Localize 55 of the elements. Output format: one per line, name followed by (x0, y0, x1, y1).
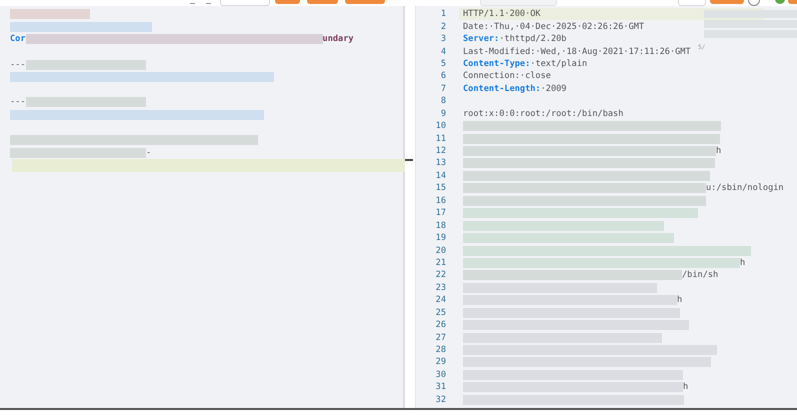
code-text: h (740, 258, 746, 268)
line-number: 7 (440, 84, 446, 94)
line-number: 17 (434, 208, 446, 218)
line-number: 2 (440, 22, 446, 32)
line-number: 18 (434, 220, 446, 231)
line-number: 5 (440, 58, 446, 69)
line-number: 25 (434, 308, 446, 318)
line-number: 12 (434, 146, 446, 156)
code-text: h (677, 295, 682, 306)
line-number: 21 (434, 258, 446, 268)
line-number: 13 (434, 158, 446, 168)
line-number: 31 (434, 382, 446, 392)
code-text: u:/sbin/nologin (706, 183, 784, 194)
code-text: - (146, 148, 152, 158)
code-text: Last-Modified:·Wed,·18·Aug·2021·17:11:26·GMT (463, 46, 691, 57)
line-number: 8 (440, 96, 446, 106)
code-text: --- (10, 97, 26, 108)
splitter-handle[interactable] (405, 159, 413, 161)
header-key: Cor (10, 34, 26, 44)
code-text: ·2009 (540, 84, 566, 94)
line-number: 30 (434, 370, 446, 380)
line-number: 24 (434, 295, 446, 306)
line-number: 14 (434, 170, 446, 181)
line-number: 28 (434, 345, 446, 356)
line-number: 1 (440, 9, 446, 20)
code-text: /bin/sh (682, 270, 718, 280)
line-number: 29 (434, 357, 446, 368)
line-number: 4 (440, 46, 446, 57)
code-text: ·thttpd/2.20b (499, 34, 566, 44)
line-number: 22 (434, 270, 446, 280)
code-text: HTTP/1.1·200·OK (463, 9, 541, 20)
line-number: 11 (434, 134, 446, 144)
line-number: 23 (434, 282, 446, 293)
line-number: 9 (440, 108, 446, 119)
code-text: --- (10, 60, 26, 70)
line-number: 19 (434, 233, 446, 244)
line-number: 27 (434, 332, 446, 343)
header-key: Content-Length: (463, 84, 541, 94)
line-number: 3 (440, 34, 446, 44)
line-number: 20 (434, 246, 446, 256)
line-number: 6 (440, 71, 446, 82)
code-text: undary (322, 34, 354, 44)
code-text: h (716, 146, 722, 156)
code-text: ·text/plain (530, 58, 588, 69)
code-text: root:x:0:0:root:/root:/bin/bash (463, 108, 624, 119)
header-key: Content-Type: (463, 58, 530, 69)
code-text: Date:·Thu,·04·Dec·2025·02:26:26·GMT (463, 22, 644, 32)
code-text: Connection:·close (463, 71, 551, 82)
line-number: 16 (434, 196, 446, 206)
line-number: 10 (434, 121, 446, 132)
line-number: 32 (434, 394, 446, 405)
code-text: h (683, 382, 688, 392)
line-number: 15 (434, 183, 446, 194)
header-key: Server: (463, 34, 500, 44)
line-number: 26 (434, 320, 446, 330)
